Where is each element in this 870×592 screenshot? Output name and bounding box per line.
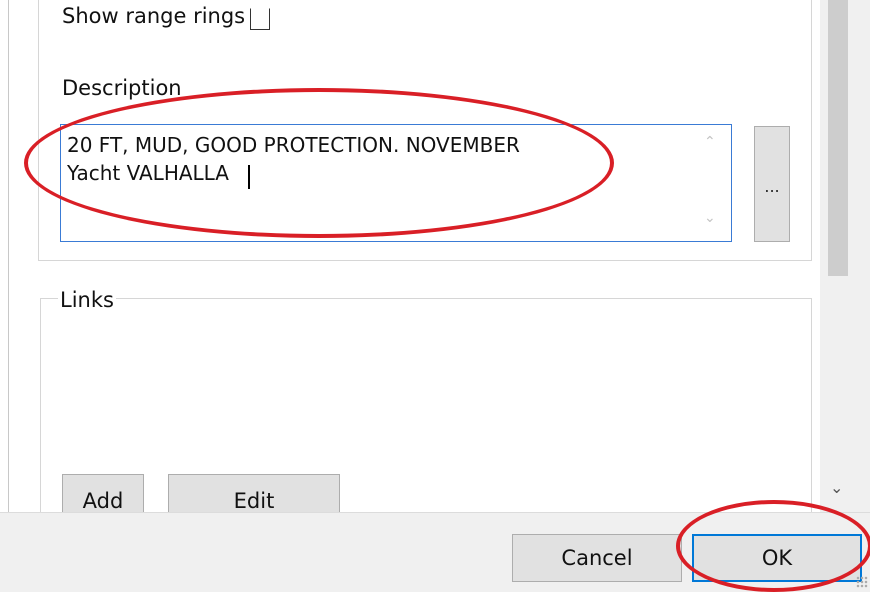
dialog-scrollbar[interactable]: ⌄ — [820, 0, 856, 512]
text-caret — [248, 165, 250, 189]
description-textarea[interactable]: 20 FT, MUD, GOOD PROTECTION. NOVEMBER Ya… — [60, 124, 732, 242]
range-rings-label: Show range rings — [62, 4, 246, 28]
scroll-down-icon[interactable]: ⌄ — [704, 210, 716, 226]
resize-grip-icon[interactable] — [856, 576, 868, 588]
ok-button[interactable]: OK — [692, 534, 862, 582]
range-rings-checkbox[interactable] — [250, 8, 270, 30]
dialog-content: Show range rings Description 20 FT, MUD,… — [0, 0, 820, 512]
panel-edge — [0, 0, 9, 512]
description-scrollbar[interactable]: ⌃ ⌄ — [694, 126, 730, 240]
edit-link-button[interactable]: Edit — [168, 474, 340, 512]
scroll-up-icon[interactable]: ⌃ — [704, 134, 716, 150]
scroll-thumb[interactable] — [828, 0, 848, 276]
dialog-scroll-down-icon[interactable]: ⌄ — [830, 478, 843, 497]
description-label: Description — [62, 76, 182, 100]
description-more-button[interactable]: ... — [754, 126, 790, 242]
description-text: 20 FT, MUD, GOOD PROTECTION. NOVEMBER Ya… — [67, 133, 520, 185]
links-group — [40, 298, 812, 512]
add-link-button[interactable]: Add — [62, 474, 144, 512]
footer-divider — [0, 512, 870, 513]
cancel-button[interactable]: Cancel — [512, 534, 682, 582]
links-label: Links — [58, 288, 116, 312]
